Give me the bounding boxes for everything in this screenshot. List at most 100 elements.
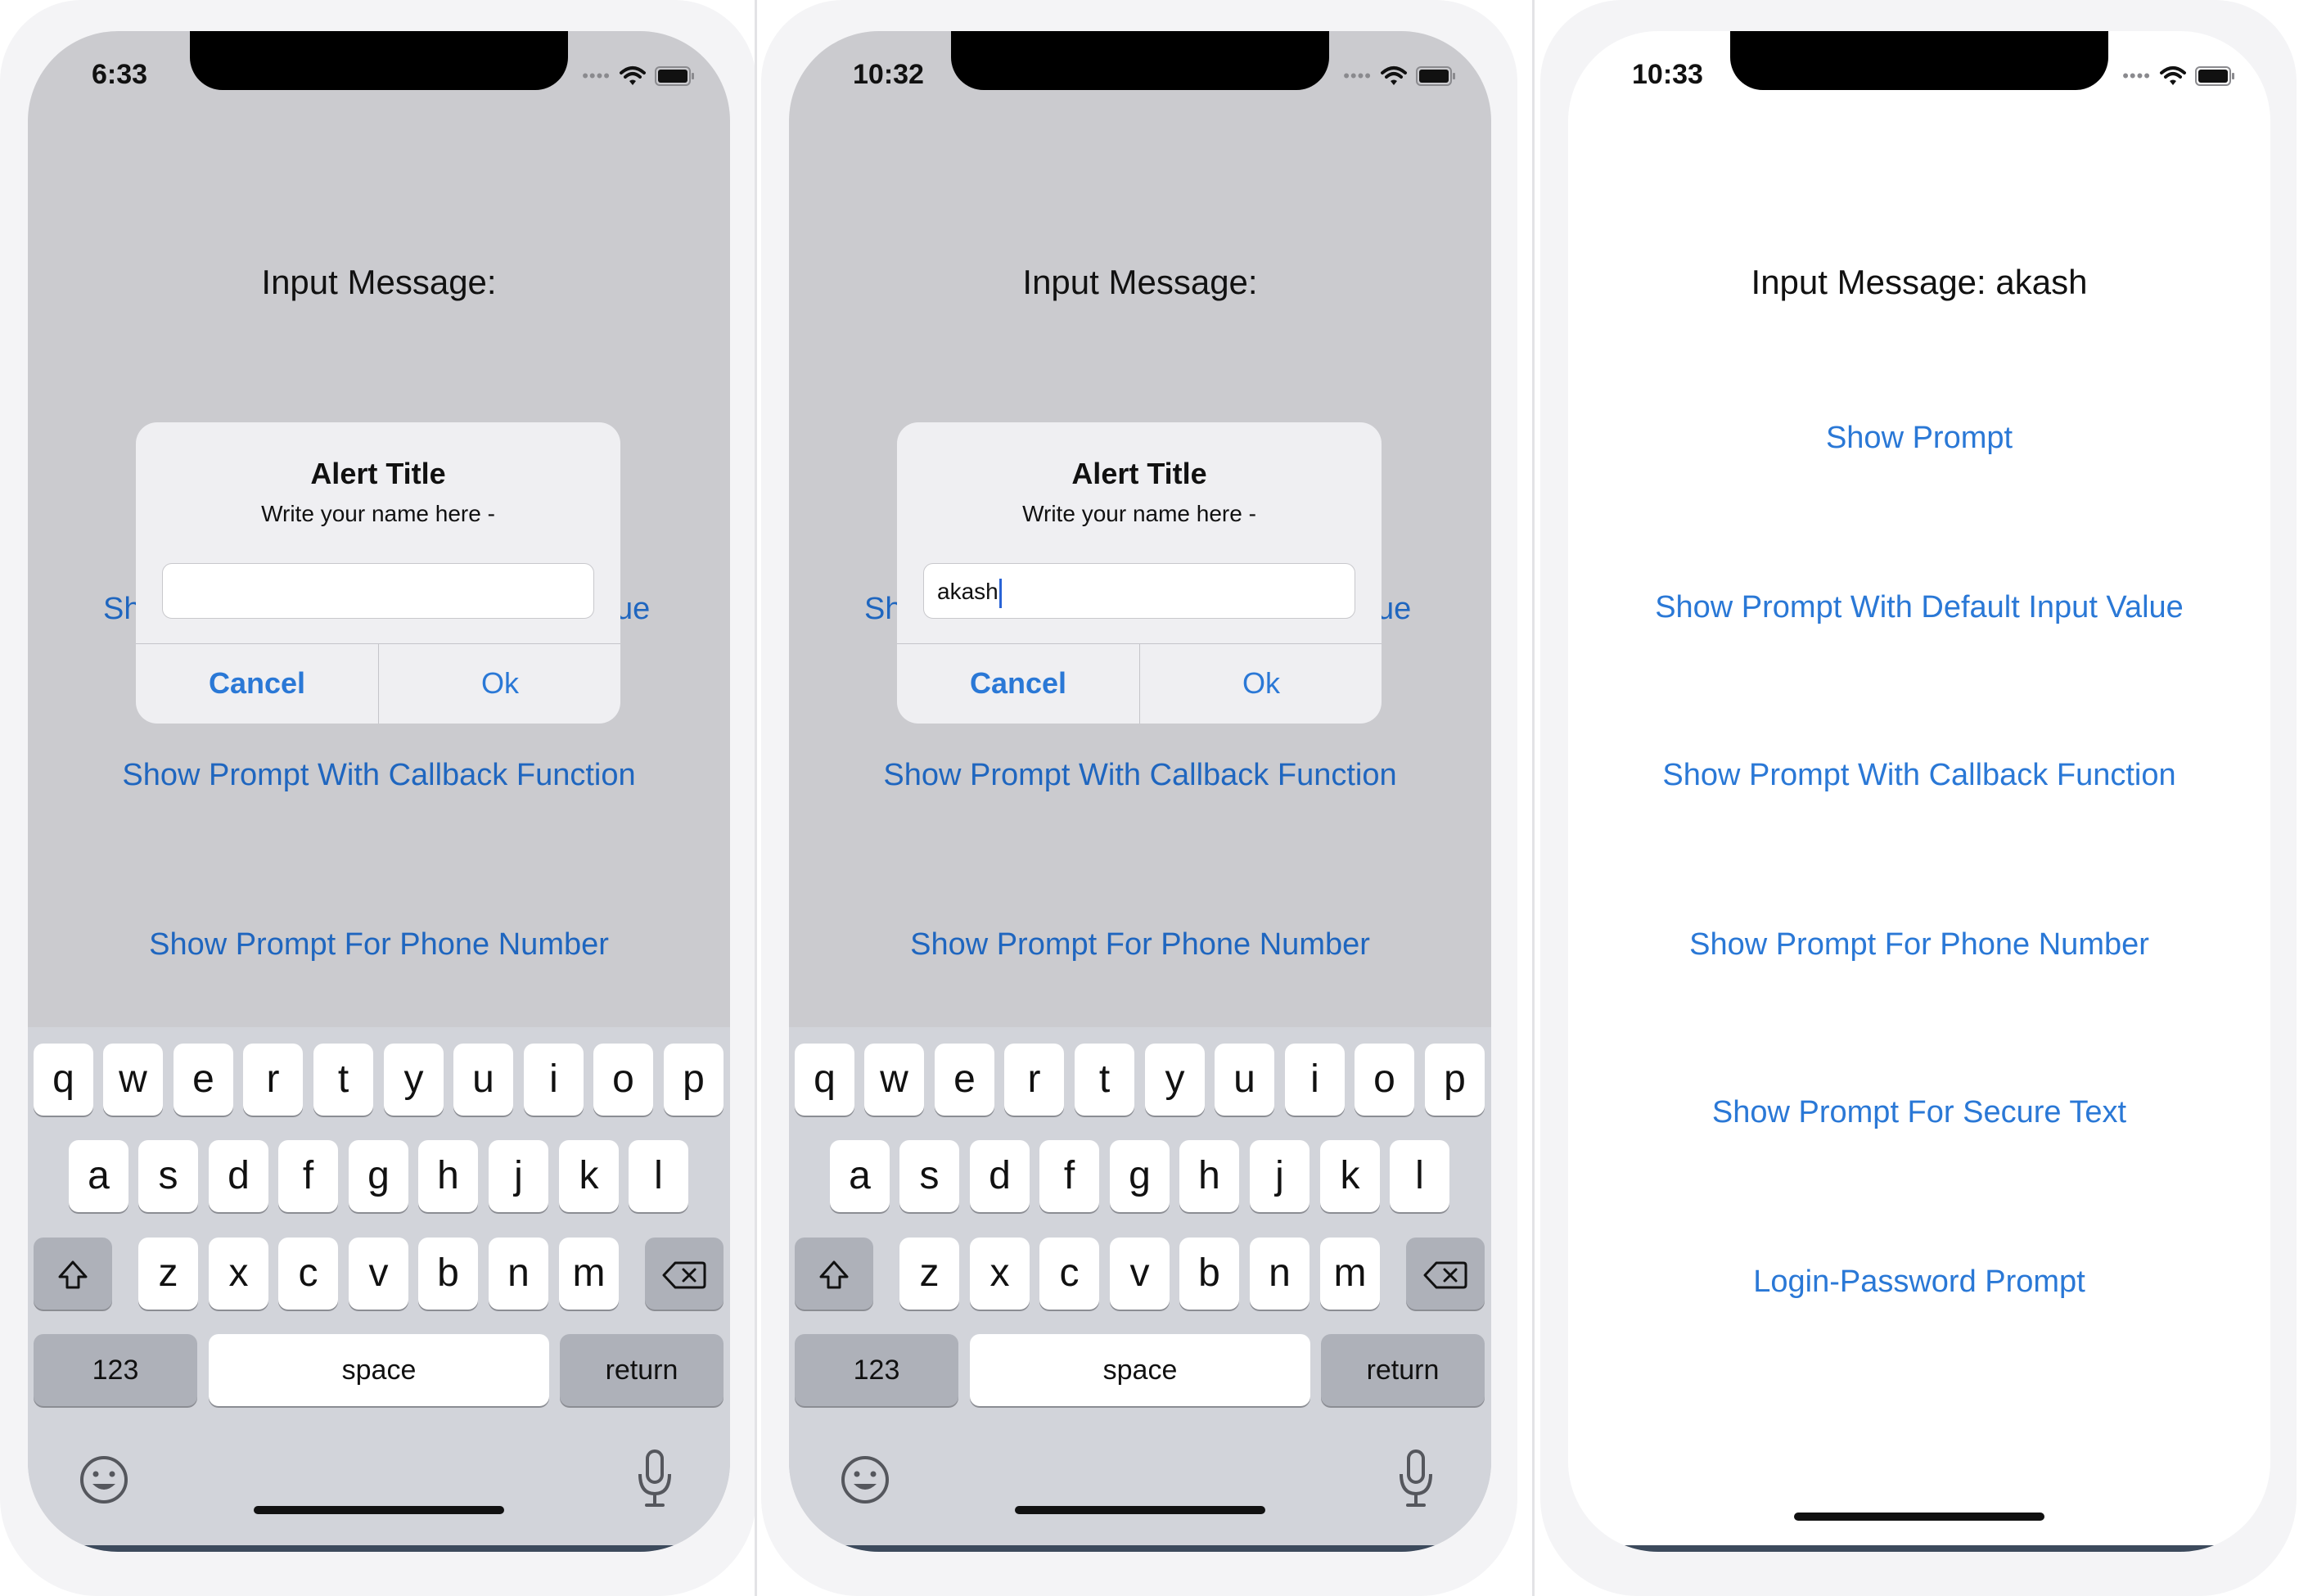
shift-icon xyxy=(819,1260,849,1289)
callback-prompt-button[interactable]: Show Prompt With Callback Function xyxy=(28,758,730,793)
key-r[interactable]: r xyxy=(1004,1044,1064,1116)
space-key[interactable]: space xyxy=(209,1334,549,1406)
key-f[interactable]: f xyxy=(1039,1140,1099,1212)
key-a[interactable]: a xyxy=(830,1140,890,1212)
key-u[interactable]: u xyxy=(453,1044,513,1116)
key-i[interactable]: i xyxy=(524,1044,584,1116)
key-g[interactable]: g xyxy=(1110,1140,1170,1212)
backspace-key[interactable] xyxy=(645,1238,724,1310)
key-i[interactable]: i xyxy=(1285,1044,1345,1116)
emoji-icon[interactable] xyxy=(77,1453,131,1507)
input-message-label: Input Message: akash xyxy=(1751,263,2088,301)
alert-dialog: Alert Title Write your name here - akash… xyxy=(897,422,1382,724)
alert-title: Alert Title xyxy=(310,457,446,490)
key-b[interactable]: b xyxy=(1179,1238,1239,1310)
phone-frame-3: 10:33 •••• Input Message: akash Show Pro… xyxy=(1540,0,2297,1596)
secure-text-prompt-button[interactable]: Show Prompt For Secure Text xyxy=(1568,1095,2270,1130)
key-w[interactable]: w xyxy=(864,1044,924,1116)
phone-number-prompt-button[interactable]: Show Prompt For Phone Number xyxy=(28,927,730,963)
key-y[interactable]: y xyxy=(1145,1044,1205,1116)
ok-button[interactable]: Ok xyxy=(1140,643,1382,724)
key-x[interactable]: x xyxy=(970,1238,1030,1310)
status-icons: •••• xyxy=(2122,62,2236,90)
emoji-icon[interactable] xyxy=(838,1453,892,1507)
key-n[interactable]: n xyxy=(1250,1238,1310,1310)
status-time: 6:33 xyxy=(92,59,148,90)
alert-text-input[interactable] xyxy=(162,563,594,619)
key-a[interactable]: a xyxy=(69,1140,128,1212)
key-k[interactable]: k xyxy=(1320,1140,1380,1212)
key-o[interactable]: o xyxy=(1355,1044,1414,1116)
key-m[interactable]: m xyxy=(559,1238,619,1310)
key-l[interactable]: l xyxy=(1390,1140,1449,1212)
backspace-icon xyxy=(662,1261,706,1289)
divider xyxy=(755,0,757,1596)
key-t[interactable]: t xyxy=(313,1044,373,1116)
cancel-button[interactable]: Cancel xyxy=(897,643,1139,724)
backspace-key[interactable] xyxy=(1406,1238,1485,1310)
key-q[interactable]: q xyxy=(795,1044,854,1116)
callback-prompt-button[interactable]: Show Prompt With Callback Function xyxy=(789,758,1491,793)
ok-button[interactable]: Ok xyxy=(379,643,620,724)
key-t[interactable]: t xyxy=(1075,1044,1134,1116)
key-c[interactable]: c xyxy=(278,1238,338,1310)
phone-frame-1: 6:33 •••• Input Message: Sh ue Show Prom… xyxy=(0,0,756,1596)
callback-prompt-button[interactable]: Show Prompt With Callback Function xyxy=(1568,758,2270,793)
key-j[interactable]: j xyxy=(1250,1140,1310,1212)
status-time: 10:33 xyxy=(1632,59,1703,90)
phone-number-prompt-button[interactable]: Show Prompt For Phone Number xyxy=(789,927,1491,963)
key-d[interactable]: d xyxy=(970,1140,1030,1212)
screen-bottom-edge xyxy=(789,1545,1491,1552)
key-e[interactable]: e xyxy=(935,1044,994,1116)
key-h[interactable]: h xyxy=(418,1140,478,1212)
default-input-prompt-button[interactable]: Show Prompt With Default Input Value xyxy=(1568,590,2270,625)
battery-icon xyxy=(1416,66,1455,86)
phone-screen: 6:33 •••• Input Message: Sh ue Show Prom… xyxy=(28,31,730,1552)
shift-key[interactable] xyxy=(795,1238,873,1310)
key-f[interactable]: f xyxy=(278,1140,338,1212)
cellular-dots-icon: •••• xyxy=(582,65,611,86)
cancel-button[interactable]: Cancel xyxy=(136,643,378,724)
key-s[interactable]: s xyxy=(899,1140,959,1212)
key-z[interactable]: z xyxy=(138,1238,198,1310)
key-g[interactable]: g xyxy=(349,1140,408,1212)
key-h[interactable]: h xyxy=(1179,1140,1239,1212)
shift-key[interactable] xyxy=(34,1238,112,1310)
key-r[interactable]: r xyxy=(243,1044,303,1116)
key-o[interactable]: o xyxy=(593,1044,653,1116)
key-j[interactable]: j xyxy=(489,1140,548,1212)
key-b[interactable]: b xyxy=(418,1238,478,1310)
space-key[interactable]: space xyxy=(970,1334,1310,1406)
key-p[interactable]: p xyxy=(1425,1044,1485,1116)
microphone-icon[interactable] xyxy=(635,1448,674,1510)
key-k[interactable]: k xyxy=(559,1140,619,1212)
key-u[interactable]: u xyxy=(1215,1044,1274,1116)
key-p[interactable]: p xyxy=(664,1044,724,1116)
alert-text-input[interactable]: akash xyxy=(923,563,1355,619)
key-d[interactable]: d xyxy=(209,1140,268,1212)
key-v[interactable]: v xyxy=(349,1238,408,1310)
phone-number-prompt-button[interactable]: Show Prompt For Phone Number xyxy=(1568,927,2270,963)
return-key[interactable]: return xyxy=(1321,1334,1485,1406)
key-e[interactable]: e xyxy=(174,1044,233,1116)
return-key[interactable]: return xyxy=(560,1334,724,1406)
show-prompt-button[interactable]: Show Prompt xyxy=(1568,421,2270,456)
key-n[interactable]: n xyxy=(489,1238,548,1310)
key-q[interactable]: q xyxy=(34,1044,93,1116)
key-x[interactable]: x xyxy=(209,1238,268,1310)
notch xyxy=(951,31,1329,90)
numbers-key[interactable]: 123 xyxy=(34,1334,197,1406)
key-l[interactable]: l xyxy=(629,1140,688,1212)
status-icons: •••• xyxy=(1343,62,1457,90)
key-y[interactable]: y xyxy=(384,1044,444,1116)
key-w[interactable]: w xyxy=(103,1044,163,1116)
key-s[interactable]: s xyxy=(138,1140,198,1212)
numbers-key[interactable]: 123 xyxy=(795,1334,958,1406)
login-password-prompt-button[interactable]: Login-Password Prompt xyxy=(1568,1265,2270,1300)
key-z[interactable]: z xyxy=(899,1238,959,1310)
key-m[interactable]: m xyxy=(1320,1238,1380,1310)
keyboard: q w e r t y u i o p a s d f g h j k l z … xyxy=(789,1027,1491,1545)
microphone-icon[interactable] xyxy=(1396,1448,1436,1510)
key-v[interactable]: v xyxy=(1110,1238,1170,1310)
key-c[interactable]: c xyxy=(1039,1238,1099,1310)
